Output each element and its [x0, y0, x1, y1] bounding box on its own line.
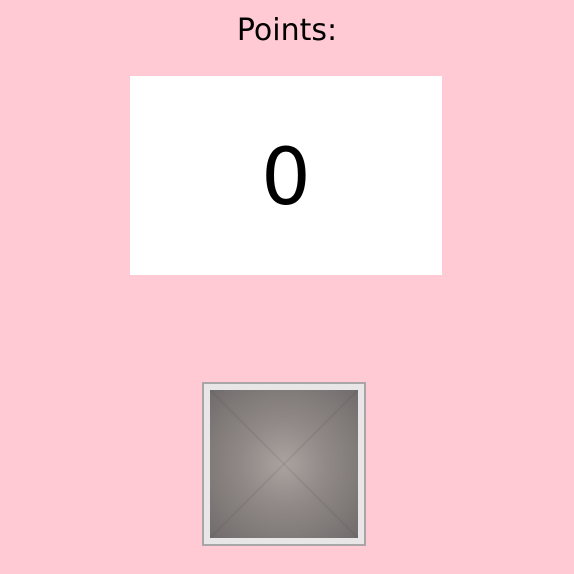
points-label: Points: [236, 13, 338, 48]
button-face[interactable] [210, 390, 358, 538]
score-value: 0 [261, 132, 311, 223]
game-screen: Points: 0 [0, 0, 574, 574]
press-button[interactable] [202, 382, 366, 546]
score-display: 0 [130, 76, 442, 275]
